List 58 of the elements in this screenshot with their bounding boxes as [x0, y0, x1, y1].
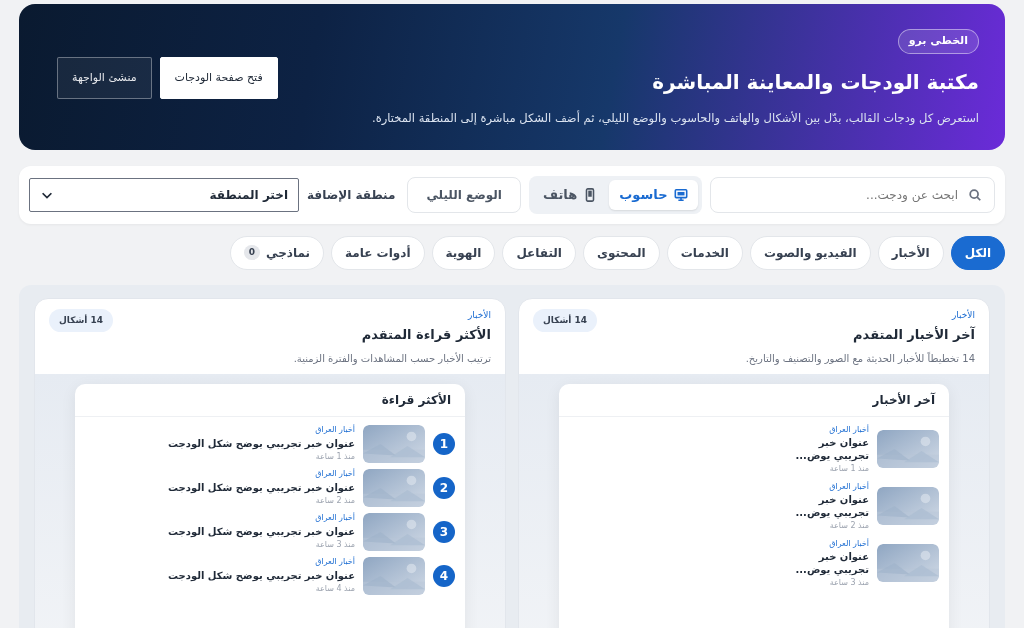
news-title[interactable]: عنوان خبر تجريبي يوضح شكل الودجت [167, 481, 355, 494]
search-field[interactable]: ابحث عن ودجت... [709, 176, 995, 213]
dark-mode-button[interactable]: الوضع الليلي [407, 176, 521, 213]
filter-chip[interactable]: الأخبار [877, 235, 944, 270]
search-icon [968, 187, 982, 202]
news-title[interactable]: عنوان خبر تجريبي يوض... [785, 493, 869, 520]
news-category: أخبار العراق [828, 424, 869, 435]
variants-badge: 14 أشكال [533, 308, 598, 332]
filter-chip[interactable]: الكل [950, 235, 1005, 270]
news-category: أخبار العراق [314, 469, 355, 479]
news-category: أخبار العراق [314, 557, 355, 567]
filter-chip[interactable]: الخدمات [666, 235, 743, 270]
rank-number: 2 [433, 476, 455, 499]
count-badge: 0 [243, 244, 260, 261]
card-category: الأخبار [466, 308, 491, 322]
phone-toggle[interactable]: هاتف [533, 180, 608, 210]
zone-select[interactable]: اختر المنطقة [29, 177, 299, 212]
zone-label: منطقة الإضافة [307, 186, 396, 204]
news-title[interactable]: عنوان خبر تجريبي يوض... [785, 436, 869, 463]
rank-number: 4 [433, 564, 455, 587]
card-title: الأكثر قراءة المتقدم [360, 325, 491, 345]
product-badge: الخطى برو [897, 29, 979, 54]
search-input[interactable]: ابحث عن ودجت... [722, 184, 960, 205]
page-subtitle: استعرض كل ودجات القالب، بدّل بين الأشكال والهاتف والحاسوب والوضع الليلي، ثم أضف الشكل مباشرة إلى المنطقة المختارة. [372, 109, 979, 127]
builder-button[interactable]: منشئ الواجهة [57, 56, 152, 100]
news-time: منذ 1 ساعة [828, 464, 869, 474]
desktop-toggle[interactable]: حاسوب [609, 180, 698, 210]
news-title[interactable]: عنوان خبر تجريبي يوضح شكل الودجت [167, 525, 355, 538]
filter-chip[interactable]: الفيديو والصوت [749, 235, 871, 270]
page-title: مكتبة الودجات والمعاينة المباشرة [652, 69, 979, 94]
rank-number: 3 [433, 520, 455, 543]
card-title: آخر الأخبار المتقدم [852, 325, 975, 345]
news-time: منذ 4 ساعة [314, 584, 355, 594]
news-title[interactable]: عنوان خبر تجريبي يوضح شكل الودجت [167, 437, 355, 450]
news-category: أخبار العراق [828, 538, 869, 549]
widget-title: آخر الأخبار [559, 383, 949, 417]
news-title[interactable]: عنوان خبر تجريبي يوض... [785, 550, 869, 577]
news-time: منذ 1 ساعة [314, 452, 355, 462]
news-time: منذ 2 ساعة [828, 521, 869, 531]
news-time: منذ 3 ساعة [828, 578, 869, 589]
rank-number: 1 [433, 432, 455, 455]
filter-chip[interactable]: الهوية [431, 235, 496, 270]
card-category: الأخبار [950, 308, 975, 322]
news-time: منذ 2 ساعة [314, 496, 355, 506]
monitor-icon [673, 187, 688, 202]
card-description: ترتيب الأخبار حسب المشاهدات والفترة الزمنية. [293, 351, 491, 366]
widget-title: الأكثر قراءة [75, 383, 465, 417]
open-widgets-button[interactable]: فتح صفحة الودجات [159, 56, 278, 100]
card-description: 14 تخطيطاً للأخبار الحديثة مع الصور والتصنيف والتاريخ. [745, 351, 975, 366]
news-category: أخبار العراق [314, 425, 355, 435]
filter-chip[interactable]: المحتوى [582, 235, 660, 270]
news-time: منذ 3 ساعة [314, 540, 355, 550]
variants-badge: 14 أشكال [49, 308, 114, 332]
news-category: أخبار العراق [828, 481, 869, 492]
filter-chip[interactable]: أدوات عامة [331, 235, 425, 270]
filter-chip[interactable]: التفاعل [502, 235, 576, 270]
news-category: أخبار العراق [314, 513, 355, 523]
news-title[interactable]: عنوان خبر تجريبي يوضح شكل الودجت [167, 569, 355, 582]
